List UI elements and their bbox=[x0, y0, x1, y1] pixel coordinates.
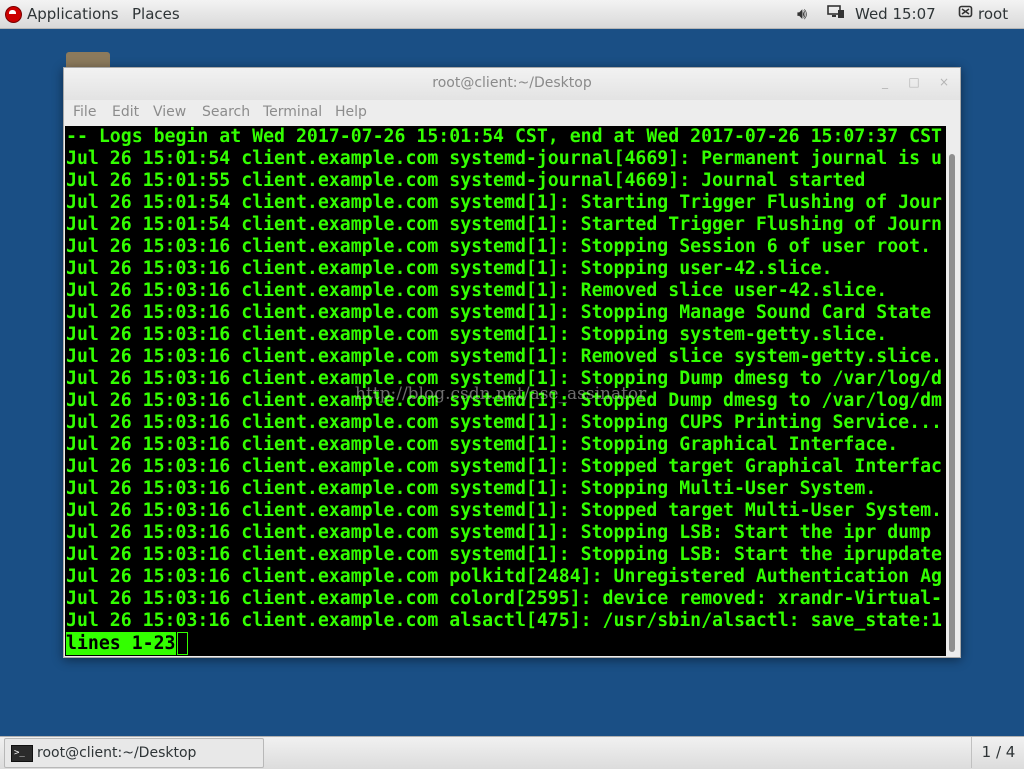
terminal-window: root@client:~/Desktop _ □ × File Edit Vi… bbox=[63, 67, 961, 658]
menu-terminal[interactable]: Terminal bbox=[263, 104, 322, 120]
applications-menu[interactable]: Applications bbox=[27, 0, 119, 28]
log-line: Jul 26 15:03:16 client.example.com syste… bbox=[66, 434, 899, 455]
log-line: Jul 26 15:03:16 client.example.com syste… bbox=[66, 258, 833, 279]
log-line: Jul 26 15:03:16 client.example.com syste… bbox=[66, 236, 932, 257]
log-line: Jul 26 15:01:54 client.example.com syste… bbox=[66, 148, 942, 169]
close-icon[interactable]: × bbox=[938, 75, 950, 89]
places-menu[interactable]: Places bbox=[132, 0, 180, 28]
window-title: root@client:~/Desktop bbox=[432, 75, 592, 91]
taskbar-window-label: root@client:~/Desktop bbox=[37, 745, 197, 761]
log-line: Jul 26 15:03:16 client.example.com syste… bbox=[66, 456, 942, 477]
log-line: -- Logs begin at Wed 2017-07-26 15:01:54… bbox=[66, 126, 942, 147]
minimize-icon[interactable]: _ bbox=[879, 75, 891, 89]
log-line: Jul 26 15:03:16 client.example.com polki… bbox=[66, 566, 942, 587]
volume-icon[interactable]: 🔊︎ bbox=[797, 4, 807, 24]
log-line: Jul 26 15:01:54 client.example.com syste… bbox=[66, 192, 942, 213]
log-line: Jul 26 15:03:16 client.example.com syste… bbox=[66, 478, 877, 499]
scrollbar-thumb[interactable] bbox=[949, 154, 955, 652]
menu-file[interactable]: File bbox=[73, 104, 96, 120]
workspace-indicator[interactable]: 1 / 4 bbox=[971, 737, 1024, 768]
window-titlebar[interactable]: root@client:~/Desktop _ □ × bbox=[64, 68, 960, 100]
top-panel: Applications Places 🔊︎ Wed 15:07 root bbox=[0, 0, 1024, 29]
network-icon[interactable] bbox=[827, 4, 845, 25]
log-line: Jul 26 15:03:16 client.example.com syste… bbox=[66, 302, 932, 323]
terminal-icon: >_ bbox=[11, 745, 33, 762]
taskbar-window-button[interactable]: >_ root@client:~/Desktop bbox=[4, 738, 264, 768]
log-line: Jul 26 15:03:16 client.example.com syste… bbox=[66, 500, 942, 521]
clock[interactable]: Wed 15:07 bbox=[855, 0, 936, 28]
user-menu[interactable]: root bbox=[978, 0, 1008, 28]
log-line: Jul 26 15:03:16 client.example.com syste… bbox=[66, 412, 942, 433]
menu-search[interactable]: Search bbox=[202, 104, 250, 120]
window-list-panel: >_ root@client:~/Desktop 1 / 4 bbox=[0, 736, 1024, 769]
pager-status: lines 1-23 bbox=[66, 632, 176, 655]
log-line: Jul 26 15:03:16 client.example.com syste… bbox=[66, 346, 942, 367]
log-line: Jul 26 15:01:55 client.example.com syste… bbox=[66, 170, 866, 191]
watermark: http://blog.csdn.net/ase_assinator bbox=[355, 384, 647, 404]
log-line: Jul 26 15:03:16 client.example.com syste… bbox=[66, 522, 932, 543]
log-line: Jul 26 15:03:16 client.example.com syste… bbox=[66, 324, 888, 345]
menu-view[interactable]: View bbox=[153, 104, 186, 120]
log-line: Jul 26 15:03:16 client.example.com syste… bbox=[66, 280, 888, 301]
desktop-folder-icon[interactable] bbox=[66, 52, 110, 68]
terminal-output[interactable]: -- Logs begin at Wed 2017-07-26 15:01:54… bbox=[65, 126, 946, 656]
scrollbar[interactable] bbox=[946, 126, 959, 656]
log-line: Jul 26 15:03:16 client.example.com color… bbox=[66, 588, 942, 609]
menu-help[interactable]: Help bbox=[335, 104, 367, 120]
menu-bar: File Edit View Search Terminal Help bbox=[64, 100, 960, 126]
maximize-icon[interactable]: □ bbox=[908, 75, 920, 89]
menu-edit[interactable]: Edit bbox=[112, 104, 139, 120]
log-line: Jul 26 15:01:54 client.example.com syste… bbox=[66, 214, 942, 235]
text-cursor bbox=[177, 632, 188, 655]
log-line: Jul 26 15:03:16 client.example.com syste… bbox=[66, 544, 942, 565]
user-icon[interactable] bbox=[958, 4, 974, 25]
log-line: Jul 26 15:03:16 client.example.com alsac… bbox=[66, 610, 942, 631]
redhat-logo-icon[interactable] bbox=[5, 6, 22, 23]
